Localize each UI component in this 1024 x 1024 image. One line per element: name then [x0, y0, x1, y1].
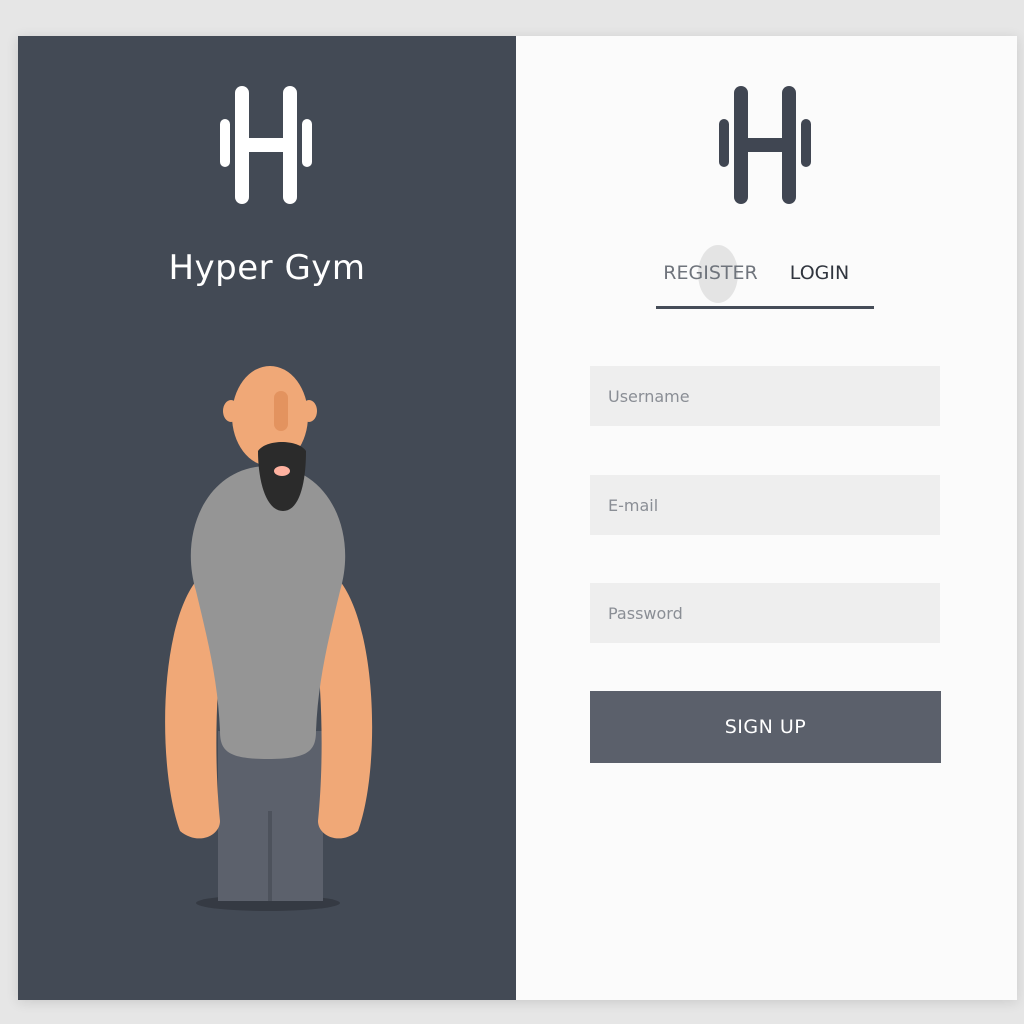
auth-card: Hyper Gym REGISTER LOGIN Username E-mail… [18, 36, 1017, 1000]
email-input[interactable] [590, 475, 940, 535]
sign-up-button[interactable]: SIGN UP [590, 691, 941, 763]
dumbbell-h-icon [220, 86, 312, 204]
bodybuilder-illustration [165, 366, 373, 911]
brand-title: Hyper Gym [168, 248, 366, 288]
dumbbell-h-icon [719, 86, 811, 204]
brand-panel: Hyper Gym [18, 36, 516, 1000]
tab-register[interactable]: REGISTER [656, 262, 765, 284]
password-input[interactable] [590, 583, 940, 643]
auth-tabs: REGISTER LOGIN [656, 245, 874, 309]
username-input[interactable] [590, 366, 940, 426]
tab-login[interactable]: LOGIN [765, 262, 874, 284]
form-panel: REGISTER LOGIN SIGN UP [516, 36, 1017, 1000]
